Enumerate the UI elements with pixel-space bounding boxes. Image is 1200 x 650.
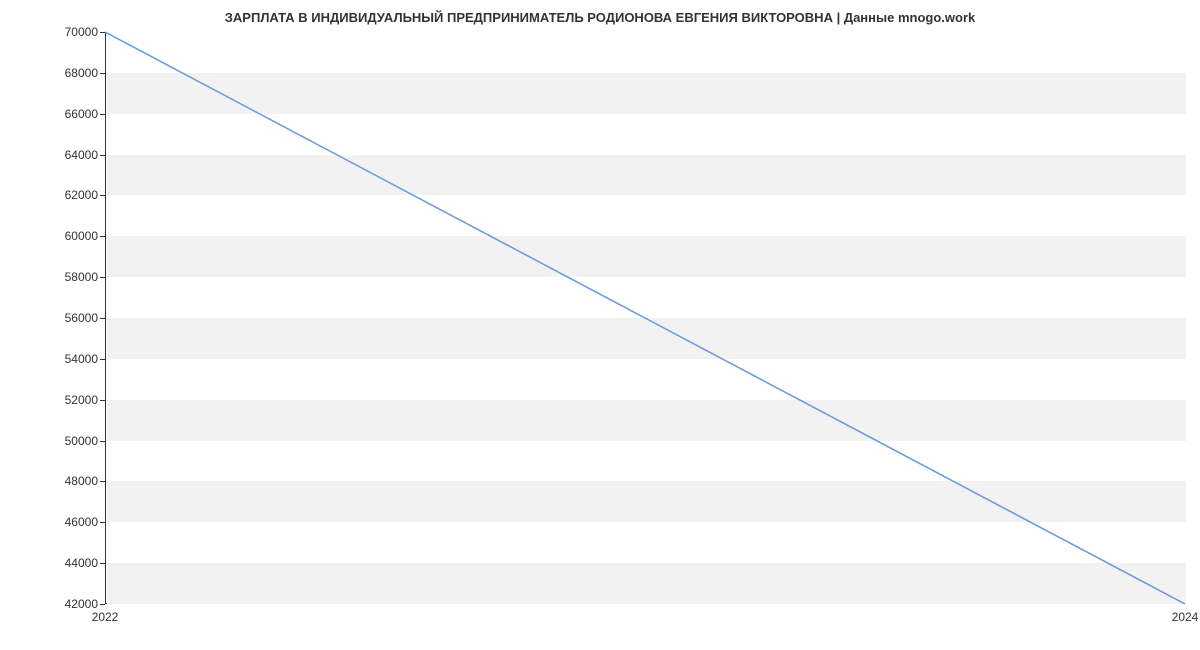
y-axis-tick-label: 44000 xyxy=(38,556,98,570)
y-axis-tick-mark xyxy=(100,236,105,237)
y-axis-tick-label: 48000 xyxy=(38,474,98,488)
y-axis-tick-label: 66000 xyxy=(38,107,98,121)
y-axis-tick-label: 46000 xyxy=(38,515,98,529)
y-axis-tick-label: 70000 xyxy=(38,25,98,39)
y-axis-tick-mark xyxy=(100,32,105,33)
y-axis-tick-label: 54000 xyxy=(38,352,98,366)
y-axis-tick-label: 50000 xyxy=(38,434,98,448)
y-axis-tick-mark xyxy=(100,73,105,74)
y-axis-tick-label: 58000 xyxy=(38,270,98,284)
y-axis-tick-label: 60000 xyxy=(38,229,98,243)
y-axis-tick-mark xyxy=(100,359,105,360)
y-axis-tick-mark xyxy=(100,318,105,319)
y-axis-tick-mark xyxy=(100,155,105,156)
y-axis-tick-mark xyxy=(100,195,105,196)
y-axis-tick-mark xyxy=(100,563,105,564)
y-axis-tick-label: 52000 xyxy=(38,393,98,407)
y-axis-tick-label: 68000 xyxy=(38,66,98,80)
y-axis-tick-mark xyxy=(100,441,105,442)
y-axis-tick-mark xyxy=(100,277,105,278)
chart-plot-area xyxy=(105,32,1185,604)
data-line xyxy=(105,32,1185,604)
y-axis-tick-mark xyxy=(100,604,105,605)
y-axis-tick-label: 56000 xyxy=(38,311,98,325)
y-axis-tick-mark xyxy=(100,400,105,401)
x-axis-tick-label: 2022 xyxy=(92,610,119,624)
y-axis-tick-mark xyxy=(100,522,105,523)
y-axis-tick-mark xyxy=(100,114,105,115)
chart-line-series xyxy=(105,32,1185,604)
y-axis-tick-label: 42000 xyxy=(38,597,98,611)
y-axis-tick-label: 62000 xyxy=(38,188,98,202)
x-axis-tick-label: 2024 xyxy=(1172,610,1199,624)
y-axis-tick-mark xyxy=(100,481,105,482)
y-axis-tick-label: 64000 xyxy=(38,148,98,162)
chart-title: ЗАРПЛАТА В ИНДИВИДУАЛЬНЫЙ ПРЕДПРИНИМАТЕЛ… xyxy=(0,0,1200,33)
